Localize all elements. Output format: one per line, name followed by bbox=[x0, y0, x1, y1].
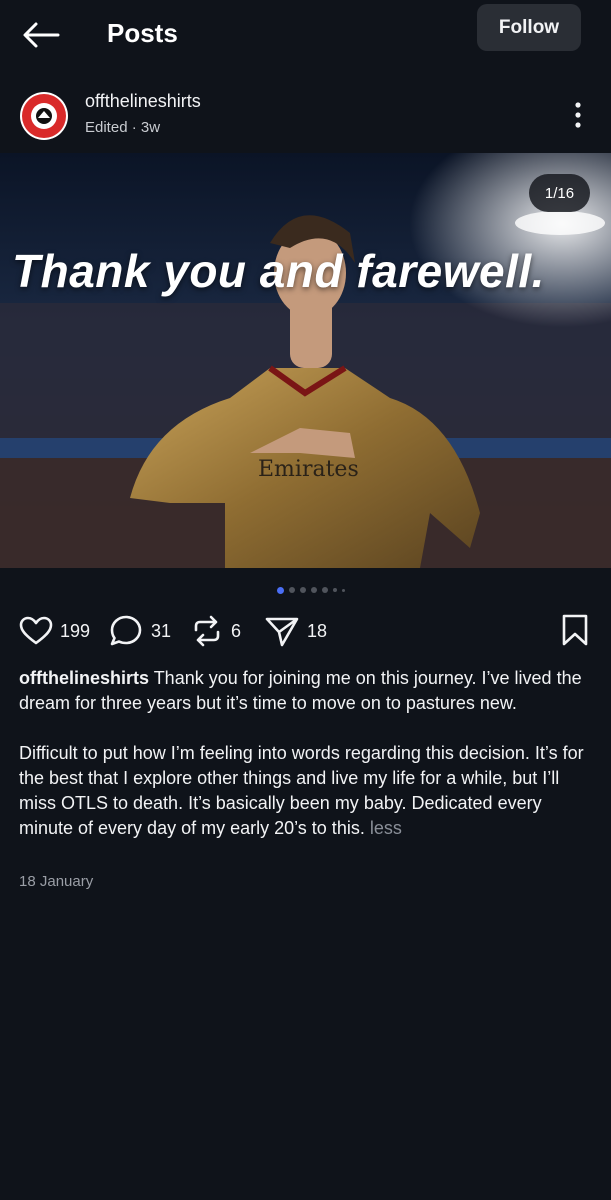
post-author: offthelineshirts Edited · 3w bbox=[0, 86, 611, 146]
page-title: Posts bbox=[107, 18, 178, 48]
carousel-dot[interactable] bbox=[321, 587, 328, 593]
comment-count: 31 bbox=[151, 620, 172, 641]
back-button[interactable] bbox=[20, 18, 62, 52]
like-count: 199 bbox=[60, 620, 91, 641]
caption-username[interactable]: offthelineshirts bbox=[19, 668, 149, 688]
repost-button[interactable]: 6 bbox=[190, 612, 241, 650]
image-counter-badge: 1/16 bbox=[529, 174, 590, 212]
post-image[interactable]: Emirates bbox=[0, 153, 611, 568]
post-meta: Edited · 3w bbox=[85, 119, 161, 136]
more-vertical-icon bbox=[575, 102, 581, 128]
follow-button[interactable]: Follow bbox=[477, 4, 581, 51]
svg-text:Emirates: Emirates bbox=[258, 457, 359, 482]
post-photo: Emirates bbox=[0, 153, 611, 568]
show-less-link[interactable]: less bbox=[370, 818, 402, 838]
carousel-dot[interactable] bbox=[299, 587, 306, 593]
send-icon bbox=[265, 617, 299, 647]
more-options-button[interactable] bbox=[566, 100, 590, 130]
like-button[interactable]: 199 bbox=[19, 612, 90, 650]
carousel-dot[interactable] bbox=[288, 587, 295, 593]
comment-button[interactable]: 31 bbox=[108, 612, 171, 650]
post-page: Posts Follow offthelineshirts Edited · 3… bbox=[0, 0, 611, 1200]
bookmark-icon bbox=[562, 614, 588, 646]
comment-icon bbox=[110, 615, 142, 646]
top-bar: Posts Follow bbox=[0, 0, 611, 72]
carousel-dot-active[interactable] bbox=[276, 586, 284, 594]
author-username[interactable]: offthelineshirts bbox=[85, 91, 201, 112]
carousel-dot[interactable] bbox=[341, 588, 345, 592]
carousel-dot[interactable] bbox=[310, 587, 317, 593]
repost-icon bbox=[194, 615, 220, 647]
avatar[interactable] bbox=[20, 92, 68, 140]
heart-icon bbox=[19, 616, 53, 645]
carousel-indicator bbox=[0, 586, 611, 594]
caption-paragraph-2: Difficult to put how I’m feeling into wo… bbox=[19, 743, 584, 838]
repost-count: 6 bbox=[231, 620, 242, 641]
post-caption: offthelineshirts Thank you for joining m… bbox=[19, 666, 594, 841]
carousel-dot[interactable] bbox=[332, 588, 337, 592]
brand-logo-icon bbox=[22, 94, 66, 138]
bookmark-button[interactable] bbox=[560, 614, 590, 651]
image-caption-text: Thank you and farewell. bbox=[12, 245, 545, 297]
post-date: 18 January bbox=[19, 873, 94, 890]
share-button[interactable]: 18 bbox=[264, 612, 327, 650]
arrow-left-icon bbox=[23, 22, 60, 48]
post-actions: 199 31 6 18 bbox=[0, 612, 611, 652]
share-count: 18 bbox=[307, 620, 328, 641]
